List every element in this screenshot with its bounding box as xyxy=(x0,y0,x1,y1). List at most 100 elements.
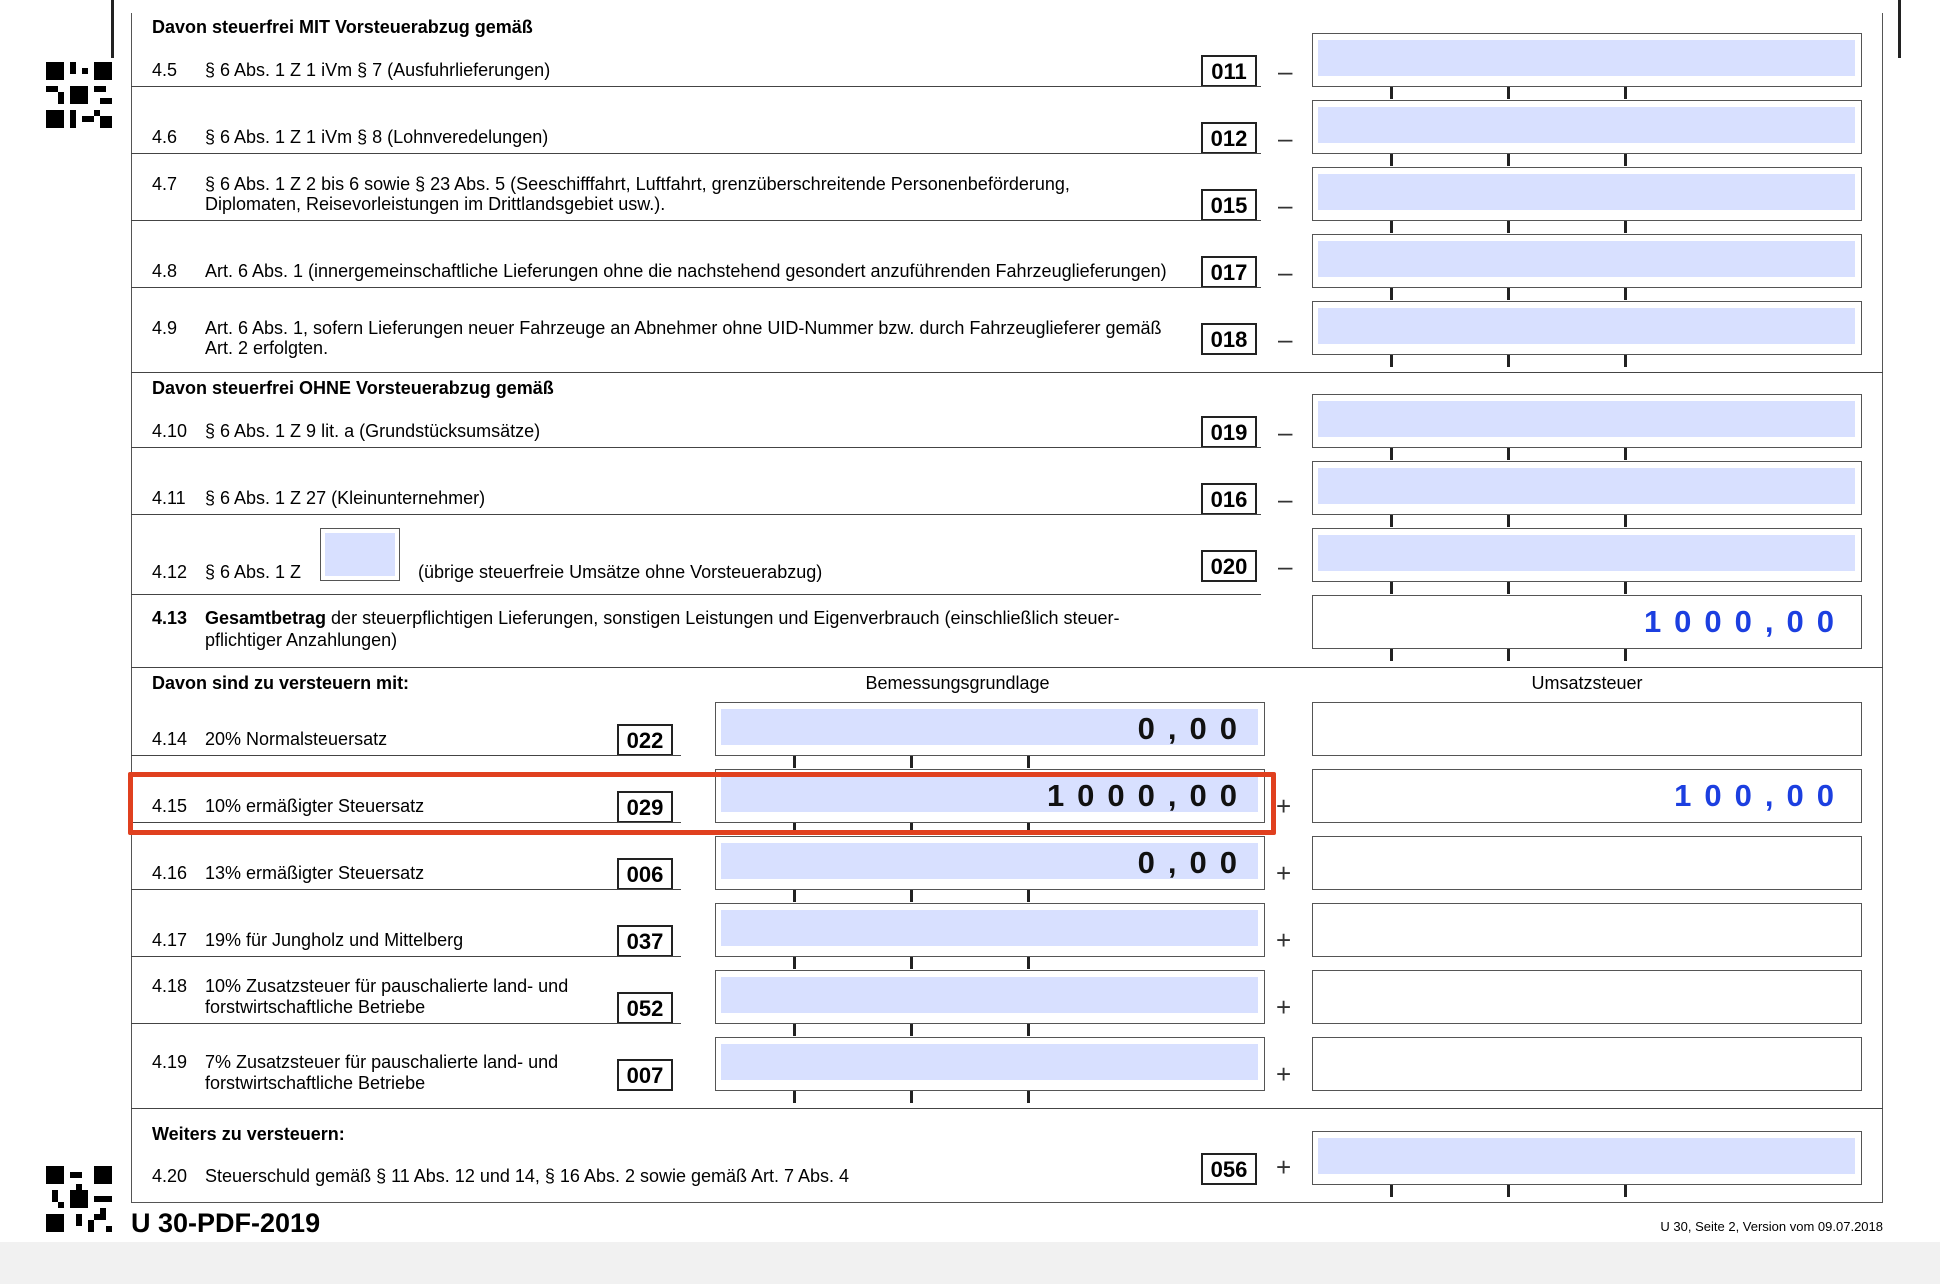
tick-mark xyxy=(1507,649,1510,661)
field-code: 020 xyxy=(1201,550,1257,582)
input-field-018[interactable] xyxy=(1312,301,1862,355)
row-divider xyxy=(131,594,1261,595)
row-number: 4.20 xyxy=(152,1166,188,1186)
row-divider xyxy=(131,956,681,957)
umsatzsteuer-field-006[interactable] xyxy=(1312,836,1862,890)
tick-mark xyxy=(793,890,796,902)
input-field-056[interactable] xyxy=(1312,1131,1862,1185)
tick-mark xyxy=(1390,1185,1393,1197)
row-label: § 6 Abs. 1 Z 27 (Kleinunternehmer) xyxy=(205,488,486,508)
row-divider xyxy=(131,220,1261,221)
bemessung-field-006[interactable]: 0,00 xyxy=(715,836,1265,890)
tick-mark xyxy=(1507,1185,1510,1197)
plus-sign: + xyxy=(1276,791,1292,821)
z-number-input[interactable] xyxy=(320,528,400,581)
umsatzsteuer-value: 100,00 xyxy=(1674,778,1847,813)
tick-mark xyxy=(910,890,913,902)
bemessung-field-052[interactable] xyxy=(715,970,1265,1024)
row-number: 4.12 xyxy=(152,562,188,582)
row-divider xyxy=(131,1023,681,1024)
gesamtbetrag-text: der steuerpflichtigen Lieferungen, sonst… xyxy=(326,608,1120,628)
row-label-line1: § 6 Abs. 1 Z 2 bis 6 sowie § 23 Abs. 5 (… xyxy=(205,174,1070,194)
input-field-019[interactable] xyxy=(1312,394,1862,448)
gesamtbetrag-label: Gesamtbetrag xyxy=(205,608,327,628)
tick-mark xyxy=(1624,154,1627,166)
qr-code-icon xyxy=(46,1166,112,1232)
tick-mark xyxy=(1027,756,1030,768)
bemessung-field-022[interactable]: 0,00 xyxy=(715,702,1265,756)
field-code: 018 xyxy=(1201,323,1257,355)
tick-mark xyxy=(1027,1024,1030,1036)
row-number: 4.7 xyxy=(152,174,178,194)
row-divider xyxy=(131,755,681,756)
tick-mark xyxy=(1027,1091,1030,1103)
umsatzsteuer-field-022[interactable] xyxy=(1312,702,1862,756)
row-label-line1: Art. 6 Abs. 1, sofern Lieferungen neuer … xyxy=(205,318,1162,338)
section-heading-mit: Davon steuerfrei MIT Vorsteuerabzug gemä… xyxy=(152,17,533,37)
row-label-suffix: (übrige steuerfreie Umsätze ohne Vorsteu… xyxy=(418,562,823,582)
plus-sign: + xyxy=(1276,925,1292,955)
tick-mark xyxy=(1507,515,1510,527)
row-label: § 6 Abs. 1 Z 9 lit. a (Grundstücksumsätz… xyxy=(205,421,541,441)
tick-mark xyxy=(1390,87,1393,99)
section-heading-versteuern: Davon sind zu versteuern mit: xyxy=(152,673,410,693)
minus-sign: – xyxy=(1278,257,1293,287)
plus-sign: + xyxy=(1276,992,1292,1022)
tick-mark xyxy=(1507,448,1510,460)
row-number: 4.5 xyxy=(152,60,178,80)
tick-mark xyxy=(793,1024,796,1036)
tick-mark xyxy=(1390,154,1393,166)
tick-mark xyxy=(793,756,796,768)
row-label-line2: forstwirtschaftliche Betriebe xyxy=(205,997,426,1017)
input-field-015[interactable] xyxy=(1312,167,1862,221)
row-number: 4.16 xyxy=(152,863,188,883)
umsatzsteuer-field-052[interactable] xyxy=(1312,970,1862,1024)
tick-mark xyxy=(1507,221,1510,233)
tick-mark xyxy=(1507,87,1510,99)
tick-mark xyxy=(1390,582,1393,594)
column-header-bemessungsgrundlage: Bemessungsgrundlage xyxy=(865,673,1050,693)
form-version: U 30, Seite 2, Version vom 09.07.2018 xyxy=(1660,1219,1883,1234)
field-code: 017 xyxy=(1201,256,1257,288)
umsatzsteuer-field-007[interactable] xyxy=(1312,1037,1862,1091)
section-heading-weiters: Weiters zu versteuern: xyxy=(152,1124,345,1144)
tick-mark xyxy=(1624,582,1627,594)
umsatzsteuer-field-037[interactable] xyxy=(1312,903,1862,957)
row-label-line1: 10% Zusatzsteuer für pauschalierte land-… xyxy=(205,976,569,996)
crop-mark-left xyxy=(111,0,114,58)
row-divider xyxy=(131,153,1261,154)
bemessung-field-007[interactable] xyxy=(715,1037,1265,1091)
row-number: 4.9 xyxy=(152,318,178,338)
tick-mark xyxy=(1624,649,1627,661)
row-divider xyxy=(131,889,681,890)
row-number: 4.19 xyxy=(152,1052,188,1072)
tick-mark xyxy=(1624,448,1627,460)
row-number: 4.11 xyxy=(152,488,186,508)
input-field-020[interactable] xyxy=(1312,528,1862,582)
umsatzsteuer-field-029[interactable]: 100,00 xyxy=(1312,769,1862,823)
input-field-017[interactable] xyxy=(1312,234,1862,288)
row-label: 13% ermäßigter Steuersatz xyxy=(205,863,425,883)
row-label: 20% Normalsteuersatz xyxy=(205,729,388,749)
tick-mark xyxy=(1390,355,1393,367)
bemessung-field-037[interactable] xyxy=(715,903,1265,957)
minus-sign: – xyxy=(1278,417,1293,447)
row-label-line1: Gesamtbetrag der steuerpflichtigen Liefe… xyxy=(205,608,1120,629)
row-number: 4.17 xyxy=(152,930,188,950)
row-number: 4.8 xyxy=(152,261,178,281)
input-field-012[interactable] xyxy=(1312,100,1862,154)
qr-code-icon xyxy=(46,62,112,128)
tick-mark xyxy=(1507,288,1510,300)
gesamtbetrag-field[interactable]: 1000,00 xyxy=(1312,595,1862,649)
input-field-011[interactable] xyxy=(1312,33,1862,87)
tick-mark xyxy=(910,756,913,768)
row-label-line1: 7% Zusatzsteuer für pauschalierte land- … xyxy=(205,1052,559,1072)
field-code: 019 xyxy=(1201,416,1257,448)
input-field-016[interactable] xyxy=(1312,461,1862,515)
row-label: 19% für Jungholz und Mittelberg xyxy=(205,930,464,950)
row-label-line2: pflichtiger Anzahlungen) xyxy=(205,630,398,650)
minus-sign: – xyxy=(1278,56,1293,86)
tick-mark xyxy=(1507,355,1510,367)
column-header-umsatzsteuer: Umsatzsteuer xyxy=(1531,673,1643,693)
tick-mark xyxy=(1507,154,1510,166)
